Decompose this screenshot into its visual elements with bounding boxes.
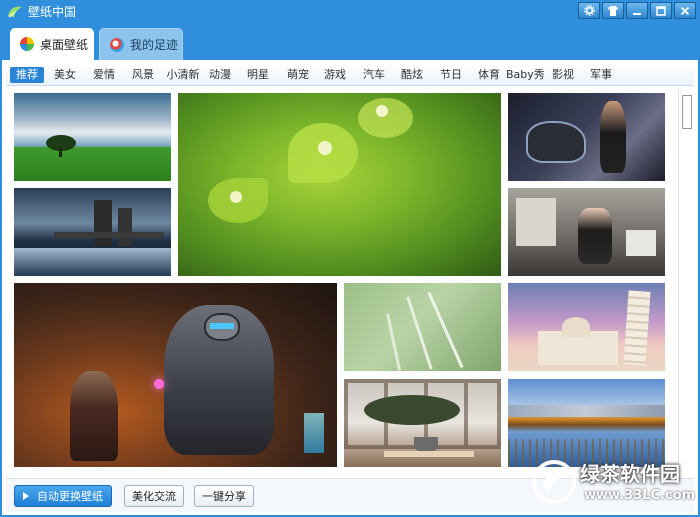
bridge	[54, 232, 164, 238]
desktop-wallpaper-icon	[20, 37, 34, 51]
leaf	[358, 98, 413, 138]
tower	[623, 290, 651, 366]
tab-desktop-wallpaper[interactable]: 桌面壁纸	[10, 28, 94, 60]
grass-stems-wallpaper[interactable]	[344, 283, 501, 371]
table	[384, 451, 474, 457]
flower	[376, 105, 388, 117]
window-controls	[578, 2, 696, 19]
bonsai-window-wallpaper[interactable]	[344, 379, 501, 467]
category-festival[interactable]: 节日	[435, 67, 467, 83]
category-military[interactable]: 军事	[585, 67, 617, 83]
green-plant-macro-wallpaper[interactable]	[178, 93, 501, 276]
tab-label: 我的足迹	[130, 38, 179, 52]
minimize-icon[interactable]	[626, 2, 648, 19]
category-love[interactable]: 爱情	[88, 67, 120, 83]
motorcycle-model-wallpaper[interactable]	[508, 93, 665, 181]
category-fresh[interactable]: 小清新	[163, 67, 203, 83]
tree-trunk	[59, 147, 62, 157]
warrior-figure	[70, 371, 118, 461]
bonsai-pot	[414, 437, 438, 451]
footprint-icon	[110, 37, 124, 52]
app-window: 壁纸中国 桌面壁纸 我的足迹 推荐 美女 爱情 风景 小清新 动漫 明星 萌宠 …	[0, 0, 700, 517]
bike-shape	[526, 121, 586, 163]
beautify-exchange-button[interactable]: 美化交流	[124, 485, 184, 507]
tree-on-hill-wallpaper[interactable]	[14, 93, 171, 181]
window-light	[516, 198, 556, 246]
watermark-logo-icon	[532, 460, 576, 504]
category-baby[interactable]: Baby秀	[506, 67, 545, 83]
flower	[318, 141, 332, 155]
stem	[406, 296, 433, 370]
category-anime[interactable]: 动漫	[204, 67, 236, 83]
category-celebrity[interactable]: 明星	[242, 67, 274, 83]
stem	[386, 313, 401, 371]
window-title: 壁纸中国	[28, 5, 77, 19]
close-icon[interactable]	[674, 2, 696, 19]
category-cool[interactable]: 酷炫	[396, 67, 428, 83]
castle-in-storm-wallpaper[interactable]	[14, 188, 171, 276]
leaning-tower-pisa-wallpaper[interactable]	[508, 283, 665, 371]
chair	[626, 230, 656, 256]
share-label: 一键分享	[202, 490, 246, 503]
model-figure	[600, 101, 626, 173]
figure	[578, 208, 612, 264]
tab-label: 桌面壁纸	[40, 37, 89, 52]
woman-in-room-wallpaper[interactable]	[508, 188, 665, 276]
auto-change-label: 自动更换壁纸	[37, 490, 103, 503]
one-click-share-button[interactable]: 一键分享	[194, 485, 254, 507]
stem	[427, 291, 464, 369]
category-recommend[interactable]: 推荐	[10, 67, 44, 83]
castle-tower	[118, 208, 132, 246]
category-scenery[interactable]: 风景	[127, 67, 159, 83]
category-bar: 推荐 美女 爱情 风景 小清新 动漫 明星 萌宠 游戏 汽车 酷炫 节日 体育 …	[6, 64, 694, 86]
lightning	[304, 413, 324, 453]
category-beauty[interactable]: 美女	[50, 67, 80, 83]
castle-tower	[94, 200, 112, 246]
mountains	[508, 405, 665, 417]
category-pets[interactable]: 萌宠	[282, 67, 314, 83]
autumn-lake-wallpaper[interactable]	[508, 379, 665, 467]
scrollbar-thumb[interactable]	[682, 95, 692, 129]
category-movies[interactable]: 影视	[547, 67, 579, 83]
category-games[interactable]: 游戏	[319, 67, 351, 83]
content-panel: 推荐 美女 爱情 风景 小清新 动漫 明星 萌宠 游戏 汽车 酷炫 节日 体育 …	[2, 60, 698, 515]
gallery-scrollbar[interactable]	[678, 90, 694, 470]
auto-change-wallpaper-button[interactable]: 自动更换壁纸	[14, 485, 112, 507]
skin-icon[interactable]	[602, 2, 624, 19]
tab-my-footprint[interactable]: 我的足迹	[99, 28, 183, 60]
beautify-label: 美化交流	[132, 490, 176, 503]
watermark-url: www.33LC.com	[584, 488, 696, 503]
category-cars[interactable]: 汽车	[358, 67, 390, 83]
magic-glow	[154, 379, 164, 389]
category-sports[interactable]: 体育	[473, 67, 505, 83]
robot-visor	[210, 323, 234, 329]
site-watermark: 绿茶软件园 www.33LC.com	[524, 456, 696, 514]
dome	[562, 317, 590, 337]
title-bar[interactable]: 壁纸中国	[0, 0, 700, 24]
bonsai-canopy	[364, 395, 460, 425]
waves	[14, 248, 171, 276]
app-logo-icon	[8, 6, 22, 18]
play-icon	[23, 492, 29, 500]
maximize-icon[interactable]	[650, 2, 672, 19]
armored-robot-game-wallpaper[interactable]	[14, 283, 337, 467]
flower	[230, 191, 242, 203]
watermark-text: 绿茶软件园	[580, 462, 680, 486]
main-tabs: 桌面壁纸 我的足迹	[0, 24, 700, 60]
wallpaper-gallery	[6, 90, 678, 470]
settings-icon[interactable]	[578, 2, 600, 19]
